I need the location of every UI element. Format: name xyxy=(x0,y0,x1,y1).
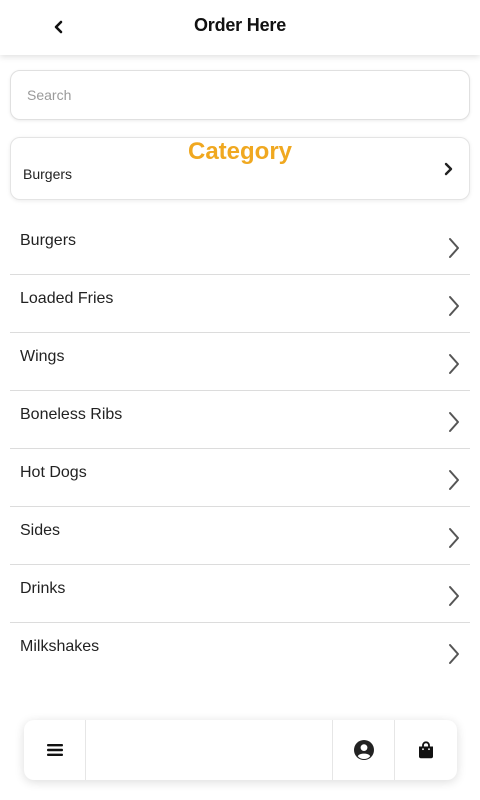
list-item-label: Loaded Fries xyxy=(20,290,114,307)
menu-button[interactable] xyxy=(24,720,86,780)
chevron-right-icon xyxy=(449,586,459,606)
list-item-label: Wings xyxy=(20,348,65,365)
list-item[interactable]: Loaded Fries xyxy=(10,275,470,333)
page-title: Order Here xyxy=(193,15,287,35)
list-item-label: Sides xyxy=(20,522,61,539)
shopping-bag-icon xyxy=(419,741,433,759)
list-item[interactable]: Milkshakes xyxy=(10,623,470,681)
search-box xyxy=(10,70,470,120)
nav-spacer xyxy=(86,720,333,780)
chevron-right-icon xyxy=(444,162,453,176)
list-item-label: Burgers xyxy=(20,232,77,249)
list-item[interactable]: Hot Dogs xyxy=(10,449,470,507)
account-button[interactable] xyxy=(333,720,395,780)
selected-category: Burgers xyxy=(23,166,73,182)
list-item-label: Milkshakes xyxy=(20,638,100,655)
chevron-right-icon xyxy=(449,412,459,432)
list-item[interactable]: Sides xyxy=(10,507,470,565)
list-item[interactable]: Drinks xyxy=(10,565,470,623)
list-item[interactable]: Burgers xyxy=(10,217,470,275)
list-item-label: Boneless Ribs xyxy=(20,406,123,423)
list-item-label: Drinks xyxy=(20,580,66,597)
search-input[interactable] xyxy=(11,71,469,119)
chevron-right-icon xyxy=(449,528,459,548)
category-selector[interactable]: Category Burgers xyxy=(10,137,470,200)
chevron-right-icon xyxy=(449,354,459,374)
chevron-right-icon xyxy=(449,296,459,316)
user-circle-icon xyxy=(353,740,374,760)
app-header: Order Here xyxy=(0,0,480,55)
list-item[interactable]: Wings xyxy=(10,333,470,391)
bottom-nav xyxy=(24,720,457,780)
category-heading: Category xyxy=(187,138,293,165)
chevron-right-icon xyxy=(449,470,459,490)
list-item[interactable]: Boneless Ribs xyxy=(10,391,470,449)
chevron-right-icon xyxy=(449,644,459,664)
chevron-right-icon xyxy=(449,238,459,258)
list-item-label: Hot Dogs xyxy=(20,464,87,481)
hamburger-menu-icon xyxy=(46,744,63,756)
category-list: Burgers Loaded Fries Wings Boneless Ribs… xyxy=(10,217,470,681)
cart-button[interactable] xyxy=(395,720,457,780)
